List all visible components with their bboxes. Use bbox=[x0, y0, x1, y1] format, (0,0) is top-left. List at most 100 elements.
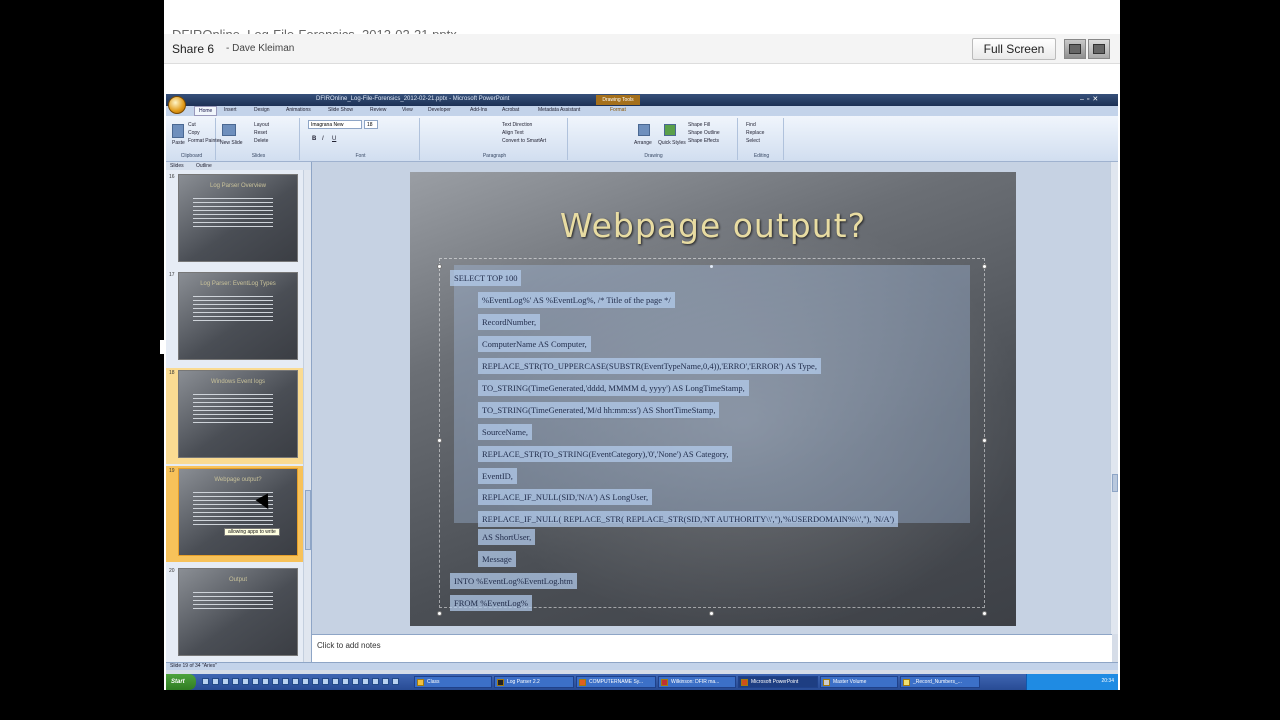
tab-metadata-assistant[interactable]: Metadata Assistant bbox=[538, 107, 580, 113]
window-controls[interactable]: –▫✕ bbox=[1080, 95, 1101, 103]
start-button[interactable]: Start bbox=[166, 674, 196, 690]
quicklaunch-icon[interactable] bbox=[382, 678, 389, 685]
arrange-icon[interactable] bbox=[638, 124, 650, 136]
taskbar-item-class[interactable]: Class bbox=[414, 676, 492, 688]
quicklaunch-icon[interactable] bbox=[292, 678, 299, 685]
quicklaunch-icon[interactable] bbox=[322, 678, 329, 685]
taskbar-item-log-parser[interactable]: Log Parser 2.2 bbox=[494, 676, 574, 688]
shape-outline-button[interactable]: Shape Outline bbox=[688, 130, 720, 136]
resize-handle[interactable] bbox=[982, 438, 987, 443]
slide-title[interactable]: Webpage output? bbox=[410, 206, 1016, 245]
text-direction-button[interactable]: Text Direction bbox=[502, 122, 532, 128]
taskbar-item-record-numbers[interactable]: _Record_Numbers_... bbox=[900, 676, 980, 688]
quicklaunch-icon[interactable] bbox=[232, 678, 239, 685]
tab-outline[interactable]: Outline bbox=[196, 163, 212, 169]
quicklaunch-icon[interactable] bbox=[242, 678, 249, 685]
quicklaunch-icon[interactable] bbox=[272, 678, 279, 685]
paste-label[interactable]: Paste bbox=[172, 140, 185, 146]
resize-handle[interactable] bbox=[709, 611, 714, 616]
quicklaunch-icon[interactable] bbox=[222, 678, 229, 685]
tab-format[interactable]: Format bbox=[610, 107, 626, 113]
code-line[interactable]: ComputerName AS Computer, bbox=[478, 336, 591, 352]
arrange-button[interactable]: Arrange bbox=[634, 140, 652, 146]
tab-slides[interactable]: Slides bbox=[170, 163, 184, 169]
resize-handle[interactable] bbox=[437, 611, 442, 616]
tab-animations[interactable]: Animations bbox=[286, 107, 311, 113]
taskbar-item-computername[interactable]: COMPUTERNAME Sy... bbox=[576, 676, 656, 688]
tab-insert[interactable]: Insert bbox=[224, 107, 237, 113]
quicklaunch-icon[interactable] bbox=[212, 678, 219, 685]
tab-review[interactable]: Review bbox=[370, 107, 386, 113]
layout-button[interactable]: Layout bbox=[254, 122, 269, 128]
shape-fill-button[interactable]: Shape Fill bbox=[688, 122, 710, 128]
slide-thumbnail[interactable]: 20 Output bbox=[166, 566, 306, 660]
slides-pane-scroll-thumb[interactable] bbox=[305, 490, 311, 550]
convert-smartart-button[interactable]: Convert to SmartArt bbox=[502, 138, 546, 144]
cut-button[interactable]: Cut bbox=[188, 122, 196, 128]
slide-scroll-thumb[interactable] bbox=[1112, 474, 1118, 492]
quicklaunch-icon[interactable] bbox=[392, 678, 399, 685]
taskbar-item-wilkinson[interactable]: Wilkinson: DFIR ma... bbox=[658, 676, 736, 688]
code-line[interactable]: TO_STRING(TimeGenerated,'M/d hh:mm:ss') … bbox=[478, 402, 720, 418]
format-painter-button[interactable]: Format Painter bbox=[188, 138, 221, 144]
code-line[interactable]: Message bbox=[478, 551, 516, 567]
view-fit-button[interactable] bbox=[1088, 39, 1110, 59]
tab-slide-show[interactable]: Slide Show bbox=[328, 107, 353, 113]
tab-design[interactable]: Design bbox=[254, 107, 270, 113]
drawing-tools-tab[interactable]: Drawing Tools bbox=[596, 95, 640, 105]
quicklaunch-icon[interactable] bbox=[372, 678, 379, 685]
office-button-icon[interactable] bbox=[168, 96, 186, 114]
font-name-box[interactable]: Imagrana New bbox=[308, 120, 362, 129]
slide-vertical-scrollbar[interactable] bbox=[1110, 162, 1118, 634]
quick-styles-button[interactable]: Quick Styles bbox=[658, 140, 686, 146]
quicklaunch-icon[interactable] bbox=[262, 678, 269, 685]
replace-button[interactable]: Replace bbox=[746, 130, 764, 136]
code-line[interactable]: TO_STRING(TimeGenerated,'dddd, MMMM d, y… bbox=[478, 380, 749, 396]
tab-developer[interactable]: Developer bbox=[428, 107, 451, 113]
code-line[interactable]: FROM %EventLog% bbox=[450, 595, 532, 611]
code-line[interactable]: REPLACE_STR(TO_STRING(EventCategory),'0'… bbox=[478, 446, 733, 462]
code-line[interactable]: INTO %EventLog%EventLog.htm bbox=[450, 573, 577, 589]
font-size-box[interactable]: 18 bbox=[364, 120, 378, 129]
underline-icon[interactable]: U bbox=[332, 136, 336, 142]
taskbar-item-powerpoint[interactable]: Microsoft PowerPoint bbox=[738, 676, 818, 688]
copy-button[interactable]: Copy bbox=[188, 130, 200, 136]
tab-home[interactable]: Home bbox=[194, 106, 218, 116]
paste-icon[interactable] bbox=[172, 124, 184, 138]
delete-button[interactable]: Delete bbox=[254, 138, 268, 144]
code-line[interactable]: REPLACE_STR(TO_UPPERCASE(SUBSTR(EventTyp… bbox=[478, 358, 821, 374]
taskbar-clock[interactable]: 20:34 bbox=[1101, 678, 1114, 684]
shape-effects-button[interactable]: Shape Effects bbox=[688, 138, 719, 144]
quicklaunch-icon[interactable] bbox=[332, 678, 339, 685]
slide-thumbnail[interactable]: 18 Windows Event logs bbox=[166, 368, 306, 464]
resize-handle[interactable] bbox=[437, 438, 442, 443]
code-line[interactable]: %EventLog%' AS %EventLog%, /* Title of t… bbox=[478, 292, 675, 308]
resize-handle[interactable] bbox=[982, 611, 987, 616]
quicklaunch-icon[interactable] bbox=[362, 678, 369, 685]
select-button[interactable]: Select bbox=[746, 138, 760, 144]
quicklaunch-icon[interactable] bbox=[282, 678, 289, 685]
quicklaunch-icon[interactable] bbox=[312, 678, 319, 685]
tab-acrobat[interactable]: Acrobat bbox=[502, 107, 519, 113]
quick-styles-icon[interactable] bbox=[664, 124, 676, 136]
quicklaunch-icon[interactable] bbox=[252, 678, 259, 685]
code-line[interactable]: EventID, bbox=[478, 468, 517, 484]
new-slide-button[interactable]: New Slide bbox=[220, 140, 243, 146]
tab-add-ins[interactable]: Add-Ins bbox=[470, 107, 487, 113]
quicklaunch-icon[interactable] bbox=[342, 678, 349, 685]
taskbar-item-master-volume[interactable]: Master Volume bbox=[820, 676, 898, 688]
slide-thumbnail[interactable]: 16 Log Parser Overview bbox=[166, 172, 306, 266]
resize-handle[interactable] bbox=[982, 264, 987, 269]
reset-button[interactable]: Reset bbox=[254, 130, 267, 136]
slide-thumbnail[interactable]: 17 Log Parser: EventLog Types bbox=[166, 270, 306, 364]
resize-handle[interactable] bbox=[437, 264, 442, 269]
slide-thumbnail-selected[interactable]: 19 Webpage output? allowing apps to writ… bbox=[166, 466, 306, 562]
new-slide-icon[interactable] bbox=[222, 124, 236, 136]
code-line[interactable]: AS ShortUser, bbox=[478, 529, 536, 545]
view-single-button[interactable] bbox=[1064, 39, 1086, 59]
code-line[interactable]: RecordNumber, bbox=[478, 314, 541, 330]
align-text-button[interactable]: Align Text bbox=[502, 130, 524, 136]
tab-view[interactable]: View bbox=[402, 107, 413, 113]
quicklaunch-icon[interactable] bbox=[352, 678, 359, 685]
quicklaunch-icon[interactable] bbox=[302, 678, 309, 685]
